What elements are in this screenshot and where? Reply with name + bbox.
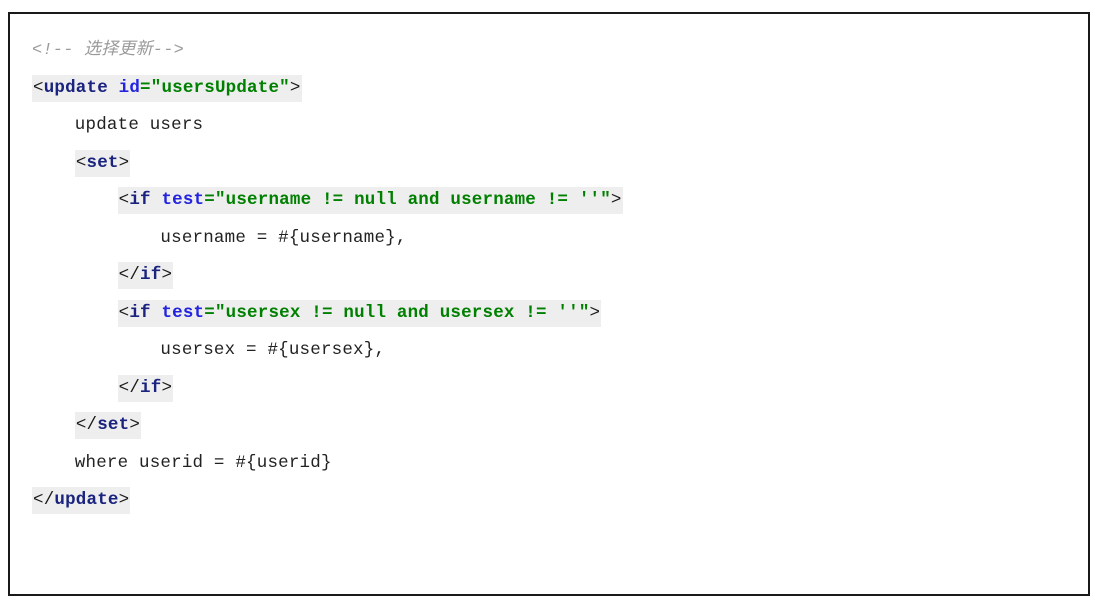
sql-username-assignment: username = #{username},	[32, 227, 407, 248]
close-angle-bracket: >	[161, 377, 173, 398]
tag-name-if: if	[129, 190, 151, 210]
open-angle-bracket-slash: </	[33, 490, 55, 510]
sql-where-clause: where userid = #{userid}	[32, 452, 332, 473]
open-angle-bracket-slash: </	[75, 415, 98, 435]
attribute-test: test	[161, 190, 205, 210]
code-line-set-open: <set>	[32, 145, 1088, 183]
code-block: <!-- 选择更新--> <update id="usersUpdate"> u…	[8, 12, 1090, 596]
attribute-assign: ="	[140, 77, 162, 98]
if-close-tag-usersex: </if>	[117, 374, 174, 402]
attribute-close-quote: "	[279, 77, 290, 98]
tag-space	[151, 303, 162, 323]
open-angle-bracket: <	[118, 190, 130, 210]
xml-comment: <!-- 选择更新-->	[32, 41, 185, 60]
open-angle-bracket: <	[33, 77, 44, 98]
attribute-assign: ="	[204, 190, 226, 210]
open-angle-bracket-slash: </	[118, 377, 141, 398]
code-line-if-username-close: </if>	[32, 257, 1088, 295]
sql-update-users: update users	[32, 115, 204, 135]
update-open-tag: <update id="usersUpdate">	[32, 74, 302, 102]
code-line-username-assignment: username = #{username},	[32, 220, 1088, 258]
code-line-if-usersex-close: </if>	[32, 370, 1088, 408]
code-line-if-usersex-open: <if test="usersex != null and usersex !=…	[32, 295, 1088, 333]
attribute-test: test	[161, 302, 205, 323]
if-open-tag-usersex: <if test="usersex != null and usersex !=…	[117, 299, 602, 327]
tag-name-set: set	[97, 415, 130, 435]
tag-name-if: if	[140, 377, 162, 398]
attribute-id: id	[118, 77, 141, 98]
close-angle-bracket: >	[129, 415, 141, 435]
if-open-tag-username: <if test="username != null and username …	[117, 187, 623, 214]
code-line-if-username-open: <if test="username != null and username …	[32, 182, 1088, 220]
if-close-tag-username: </if>	[117, 262, 174, 289]
close-angle-bracket: >	[289, 77, 301, 98]
tag-name-if: if	[140, 265, 162, 285]
update-close-tag: </update>	[32, 487, 131, 514]
close-angle-bracket: >	[118, 490, 130, 510]
attribute-assign: ="	[204, 302, 226, 323]
close-angle-bracket: >	[118, 152, 130, 173]
code-line-update-users: update users	[32, 107, 1088, 145]
open-angle-bracket: <	[75, 152, 87, 173]
attribute-value-usersex-condition: usersex != null and usersex != ''	[225, 302, 579, 323]
set-close-tag: </set>	[74, 412, 142, 439]
attribute-close-quote: "	[578, 302, 590, 323]
code-line-comment: <!-- 选择更新-->	[32, 32, 1088, 70]
tag-name-if: if	[129, 302, 151, 323]
code-line-where-clause: where userid = #{userid}	[32, 445, 1088, 483]
open-angle-bracket-slash: </	[118, 265, 141, 285]
code-line-update-open: <update id="usersUpdate">	[32, 70, 1088, 108]
attribute-value-usersupdate: usersUpdate	[161, 77, 280, 98]
tag-name-update: update	[43, 77, 108, 98]
set-open-tag: <set>	[74, 149, 131, 177]
code-line-usersex-assignment: usersex = #{usersex},	[32, 332, 1088, 370]
attribute-value-username-condition: username != null and username != ''	[225, 190, 601, 210]
code-line-update-close: </update>	[32, 482, 1088, 520]
close-angle-bracket: >	[610, 190, 622, 210]
tag-name-set: set	[86, 152, 119, 173]
tag-name-update: update	[54, 490, 119, 510]
close-angle-bracket: >	[161, 265, 173, 285]
sql-usersex-assignment: usersex = #{usersex},	[32, 340, 386, 360]
code-line-set-close: </set>	[32, 407, 1088, 445]
attribute-close-quote: "	[600, 190, 611, 210]
tag-space	[108, 78, 119, 98]
close-angle-bracket: >	[589, 302, 601, 323]
tag-space	[151, 190, 162, 210]
open-angle-bracket: <	[118, 302, 130, 323]
